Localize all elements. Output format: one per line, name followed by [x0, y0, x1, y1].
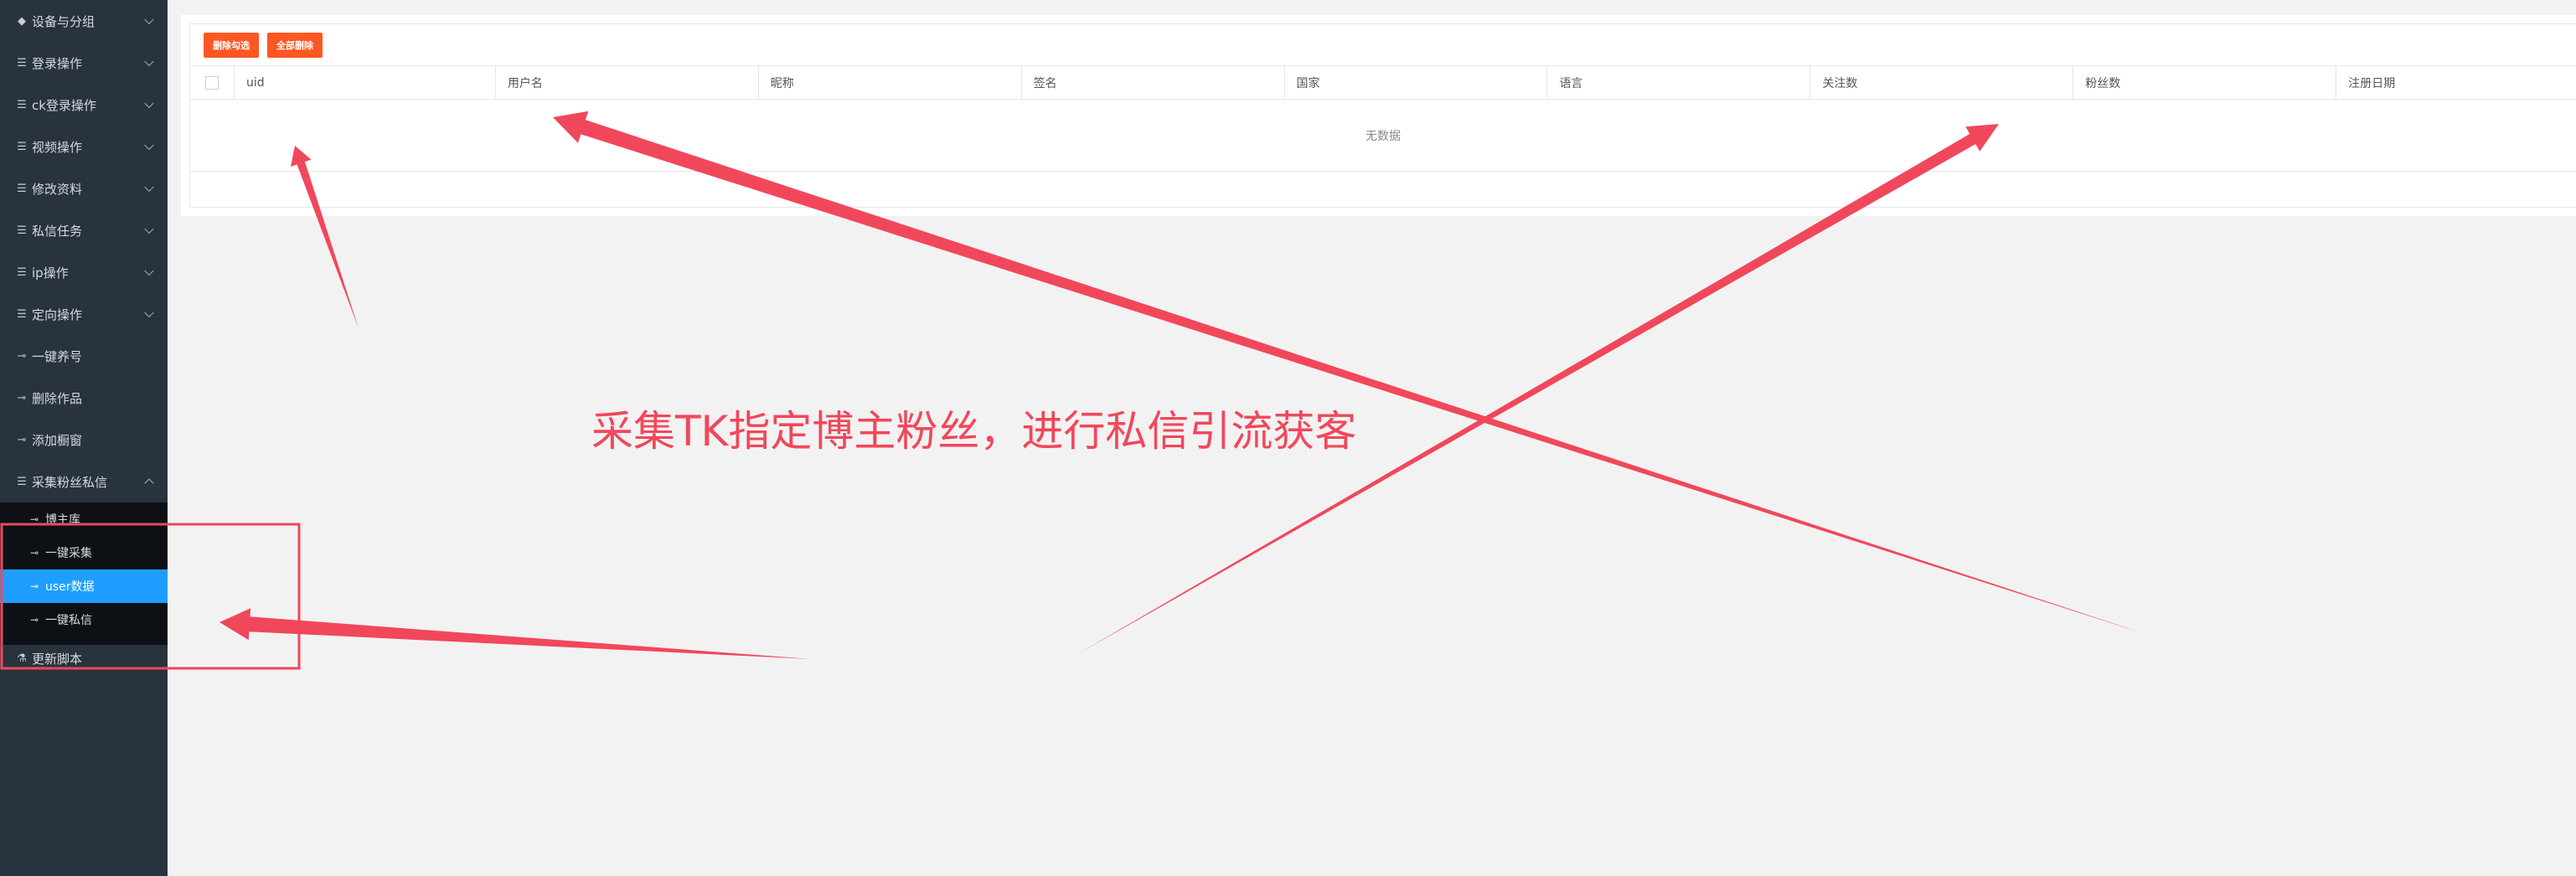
table-column-header[interactable]: 国家: [1283, 66, 1547, 99]
plug-icon: ⊸: [17, 391, 27, 405]
plug-icon: ⊸: [30, 513, 39, 525]
sidebar-item[interactable]: ☰ 私信任务: [0, 209, 168, 251]
table-column-header[interactable]: 关注数: [1809, 66, 2073, 99]
plug-icon: ⊸: [30, 547, 39, 559]
sidebar-item[interactable]: ☰ 定向操作: [0, 293, 168, 335]
sidebar-item-label: 视频操作: [32, 139, 83, 155]
chevron-down-icon: [144, 98, 154, 109]
plug-icon: ⊸: [17, 433, 27, 446]
sidebar-item[interactable]: ⊸ 一键养号: [0, 335, 168, 377]
sidebar: ◆ 设备与分组 ☰ 登录操作 ☰ ck登录操作 ☰ 视频操作 ☰ 修改资料 ☰ 私信任务 ☰ ip操作 ☰ 定…: [0, 0, 168, 876]
sidebar-item-label: 一键养号: [32, 348, 83, 364]
plug-icon: ⊸: [30, 580, 39, 592]
chevron-down-icon: [144, 307, 154, 318]
sidebar-item-label: 私信任务: [32, 223, 83, 239]
chevron-down-icon: [144, 182, 154, 193]
sidebar-item[interactable]: ☰ 视频操作: [0, 126, 168, 167]
sidebar-item[interactable]: ☰ 采集粉丝私信: [0, 461, 168, 502]
sidebar-item-label: 修改资料: [32, 181, 83, 197]
sidebar-item[interactable]: ⊸ 删除作品: [0, 377, 168, 419]
submenu-item[interactable]: ⊸ 一键采集: [0, 536, 168, 569]
flask-icon: ⚗: [17, 652, 27, 665]
empty-state: 无数据: [190, 100, 2576, 172]
sidebar-item-label: 更新脚本: [32, 651, 83, 667]
sidebar-nav: ◆ 设备与分组 ☰ 登录操作 ☰ ck登录操作 ☰ 视频操作 ☰ 修改资料 ☰ 私信任务 ☰ ip操作 ☰ 定…: [0, 0, 168, 672]
sidebar-item-label: 定向操作: [32, 307, 83, 322]
table-column-header[interactable]: 签名: [1020, 66, 1284, 99]
list-icon: ☰: [17, 307, 27, 321]
sidebar-item[interactable]: ☰ ip操作: [0, 251, 168, 293]
sidebar-item-update-script[interactable]: ⚗ 更新脚本: [0, 645, 168, 672]
submenu-item[interactable]: ⊸ 博主库: [0, 502, 168, 536]
sidebar-item[interactable]: ☰ 登录操作: [0, 42, 168, 84]
list-icon: ☰: [17, 140, 27, 153]
arrow-to-user-data: [219, 608, 811, 659]
submenu-item[interactable]: ⊸ 一键私信: [0, 603, 168, 636]
submenu-item-label: 博主库: [45, 513, 80, 527]
table-column-header[interactable]: 语言: [1546, 66, 1809, 99]
table-column-header[interactable]: 昵称: [757, 66, 1021, 99]
chevron-down-icon: [144, 140, 154, 151]
table-column-header[interactable]: 注册日期: [2336, 66, 2576, 99]
table-column-header[interactable]: uid: [233, 66, 495, 99]
submenu-item-label: user数据: [45, 580, 95, 594]
select-all-checkbox[interactable]: [204, 75, 219, 90]
sidebar-item-label: 添加橱窗: [32, 432, 83, 448]
chevron-down-icon: [144, 56, 154, 67]
sidebar-item[interactable]: ◆ 设备与分组: [0, 0, 168, 42]
sidebar-item[interactable]: ☰ ck登录操作: [0, 84, 168, 126]
sidebar-item-label: 采集粉丝私信: [32, 474, 108, 490]
sidebar-item-label: ck登录操作: [32, 97, 96, 113]
table-column-header[interactable]: 用户名: [494, 66, 758, 99]
delete-selected-button[interactable]: 删除勾选: [204, 32, 259, 58]
table-header: uid 用户名 昵称 签名 国家 语言 关注数 粉丝数 注册日期: [190, 66, 2576, 100]
table-column-header[interactable]: 粉丝数: [2073, 66, 2336, 99]
submenu-item[interactable]: ⊸ user数据: [0, 569, 168, 603]
sidebar-item[interactable]: ⊸ 添加橱窗: [0, 419, 168, 461]
submenu-spacer: [0, 636, 168, 645]
submenu-item-label: 一键私信: [45, 614, 92, 627]
sidebar-item-label: 登录操作: [32, 55, 83, 71]
diamond-icon: ◆: [18, 14, 26, 28]
list-icon: ☰: [17, 56, 27, 70]
sidebar-item-label: ip操作: [32, 265, 69, 281]
content-card: 删除勾选 全部删除 uid 用户名 昵称 签名 国家 语言 关注数 粉丝数 注册日期 无数据: [181, 15, 2576, 216]
chevron-up-icon: [144, 478, 154, 488]
delete-all-button[interactable]: 全部删除: [267, 32, 323, 58]
chevron-down-icon: [144, 224, 154, 234]
top-strip: [168, 0, 2576, 15]
list-icon: ☰: [17, 224, 27, 237]
submenu-item-label: 一键采集: [45, 547, 92, 560]
header-select-all: [190, 66, 234, 99]
sidebar-item-label: 设备与分组: [32, 13, 96, 29]
sidebar-item-label: 删除作品: [32, 390, 83, 406]
data-table: 删除勾选 全部删除 uid 用户名 昵称 签名 国家 语言 关注数 粉丝数 注册日期 无数据: [189, 23, 2576, 208]
list-icon: ☰: [17, 182, 27, 195]
list-icon: ☰: [17, 98, 27, 111]
list-icon: ☰: [17, 475, 27, 488]
plug-icon: ⊸: [17, 349, 27, 363]
sidebar-item[interactable]: ☰ 修改资料: [0, 167, 168, 209]
chevron-down-icon: [144, 265, 154, 276]
plug-icon: ⊸: [30, 614, 39, 626]
table-toolbar: 删除勾选 全部删除: [190, 24, 2576, 66]
list-icon: ☰: [17, 265, 27, 279]
chevron-down-icon: [144, 14, 154, 25]
submenu-collect-fans: ⊸ 博主库 ⊸ 一键采集 ⊸ user数据 ⊸ 一键私信: [0, 502, 168, 645]
annotation-caption: 采集TK指定博主粉丝，进行私信引流获客: [591, 407, 1357, 456]
